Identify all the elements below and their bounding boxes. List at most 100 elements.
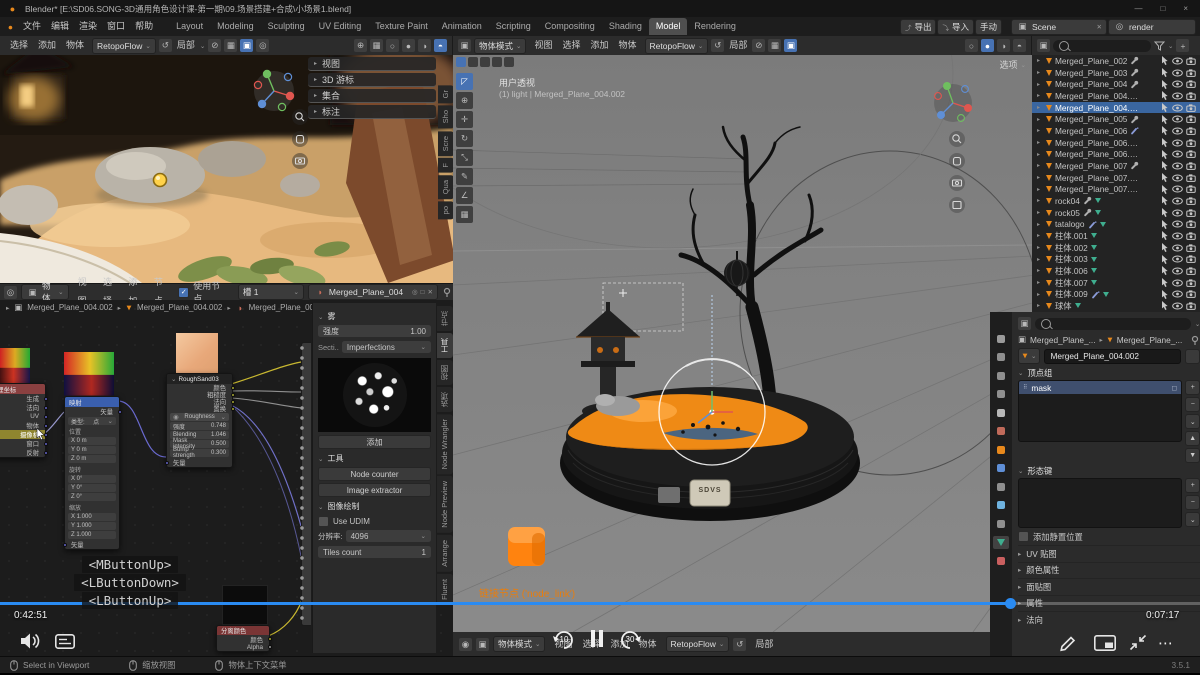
main-3d-viewport[interactable]: SDVS ◸ ⊕ ✛ ↻ ⤡ ✎ ∠ ▦ 用户透视 (1) light | Me… xyxy=(453,55,1032,632)
select-circle-icon[interactable] xyxy=(480,57,490,67)
workspace-tab[interactable]: Shading xyxy=(602,18,649,35)
render-camera-icon[interactable] xyxy=(1186,80,1196,88)
header-menu-item[interactable]: 选择 xyxy=(5,36,33,55)
render-camera-icon[interactable] xyxy=(1186,150,1196,158)
render-camera-icon[interactable] xyxy=(1186,115,1196,123)
workspace-tab[interactable]: Sculpting xyxy=(261,18,312,35)
render-camera-icon[interactable] xyxy=(1186,267,1196,275)
filter-icon[interactable] xyxy=(1154,41,1165,51)
render-camera-icon[interactable] xyxy=(1186,174,1196,182)
breadcrumb-data[interactable]: Merged_Plane_... xyxy=(1117,335,1183,345)
pivot-point-icon[interactable]: ⊘ xyxy=(208,39,221,52)
selectable-icon[interactable] xyxy=(1161,115,1169,124)
blender-menu-icon[interactable]: ● xyxy=(4,20,17,33)
visibility-eye-icon[interactable] xyxy=(1172,267,1183,275)
vertex-groups-header[interactable]: ⌄ 顶点组 xyxy=(1018,365,1200,380)
object-name[interactable]: rock05 xyxy=(1055,208,1080,218)
workspace-tab[interactable]: Scripting xyxy=(489,18,538,35)
outliner-row[interactable]: ▸ Merged_Plane_007.002 xyxy=(1032,183,1200,195)
output-socket[interactable] xyxy=(231,393,235,397)
render-camera-icon[interactable] xyxy=(1186,209,1196,217)
header-menu-item[interactable]: 添加 xyxy=(33,36,61,55)
panel-title[interactable]: 雾 xyxy=(327,311,335,322)
sidebar-tab[interactable]: Sho xyxy=(438,105,454,128)
orientation-label[interactable]: 局部 xyxy=(727,36,749,55)
visibility-eye-icon[interactable] xyxy=(1172,150,1183,158)
header-menu-item[interactable]: 物体 xyxy=(614,36,642,55)
outliner-row[interactable]: ▸ Merged_Plane_006 xyxy=(1032,125,1200,137)
selectable-icon[interactable] xyxy=(1161,68,1169,77)
mapping-value-field[interactable]: X 0 m xyxy=(68,437,116,445)
mini-player-icon[interactable] xyxy=(1094,635,1116,651)
proportional-edit-icon[interactable]: ◎ xyxy=(256,39,269,52)
object-name[interactable]: Merged_Plane_006.001 xyxy=(1055,138,1139,148)
properties-tab[interactable] xyxy=(993,499,1009,512)
output-socket[interactable] xyxy=(231,386,235,390)
properties-tab[interactable] xyxy=(993,332,1009,345)
sidebar-tab[interactable]: Node Wrangler xyxy=(437,414,453,474)
list-button[interactable]: − xyxy=(1185,495,1200,510)
video-progress-remaining[interactable] xyxy=(1011,602,1200,605)
select-tool-icon[interactable]: ◸ xyxy=(456,73,473,90)
outliner-row[interactable]: ▸ Merged_Plane_007 xyxy=(1032,160,1200,172)
render-camera-icon[interactable] xyxy=(1186,185,1196,193)
mapping-value-field[interactable]: Y 0 m xyxy=(68,446,116,454)
pivot-point-icon[interactable]: ⊘ xyxy=(752,39,765,52)
sidebar-tab[interactable]: Arrange xyxy=(437,535,453,572)
group-param-field[interactable]: Bump strength0.300 xyxy=(170,449,229,457)
object-name[interactable]: Merged_Plane_002 xyxy=(1055,56,1127,66)
outliner-row[interactable]: ▸ Merged_Plane_004.001 xyxy=(1032,90,1200,102)
properties-tab[interactable] xyxy=(993,369,1009,382)
mesh-data-selector[interactable]: ⌄ xyxy=(1018,348,1040,364)
properties-tab[interactable] xyxy=(993,351,1009,364)
visibility-eye-icon[interactable] xyxy=(1172,115,1183,123)
workspace-tab[interactable]: UV Editing xyxy=(312,18,369,35)
output-socket[interactable] xyxy=(44,442,48,446)
transform-orientation-icon[interactable]: ↺ xyxy=(711,39,724,52)
visibility-eye-icon[interactable] xyxy=(1172,209,1183,217)
selectable-icon[interactable] xyxy=(1161,266,1169,275)
material-name-field[interactable]: ◑ Merged_Plane_004 ◎ □ ✕ xyxy=(308,284,438,300)
sidebar-tab[interactable]: 工具 xyxy=(437,333,453,358)
material-shading-icon[interactable]: ◑ xyxy=(418,39,431,52)
visibility-eye-icon[interactable] xyxy=(1172,139,1183,147)
render-camera-icon[interactable] xyxy=(1186,69,1196,77)
node-output-row[interactable]: 置换 xyxy=(167,405,232,412)
select-box-icon[interactable] xyxy=(468,57,478,67)
maximize-button[interactable]: □ xyxy=(1154,4,1171,13)
resolution-dropdown[interactable]: 4096⌄ xyxy=(346,530,431,542)
transform-orientation-icon[interactable]: ↺ xyxy=(733,638,746,651)
udim-checkbox[interactable] xyxy=(318,516,329,527)
list-button[interactable]: − xyxy=(1185,397,1200,412)
expand-icon[interactable]: ▸ xyxy=(1037,256,1043,263)
properties-options-icon[interactable]: ⌄ xyxy=(1195,320,1200,328)
expand-icon[interactable]: ▸ xyxy=(1037,232,1043,239)
render-camera-icon[interactable] xyxy=(1186,139,1196,147)
outliner-search-input[interactable] xyxy=(1053,40,1151,52)
outliner-row[interactable]: ▸ Merged_Plane_005 xyxy=(1032,113,1200,125)
object-icon[interactable]: ▣ xyxy=(476,638,489,651)
expand-icon[interactable]: ▸ xyxy=(1037,186,1043,193)
mapping-value-field[interactable]: Z 0 m xyxy=(68,455,116,463)
outliner-row[interactable]: ▸ 柱体.006 xyxy=(1032,265,1200,277)
menu-item[interactable]: 编辑 xyxy=(46,17,74,36)
roughsand-group-node[interactable]: ⌄ RoughSand03 颜色 粗糙度 法向 置换 ◉ Roughn xyxy=(166,373,233,468)
output-socket[interactable] xyxy=(44,397,48,401)
collapsed-section[interactable]: ▸颜色属性 xyxy=(1018,562,1200,579)
menu-item[interactable]: 帮助 xyxy=(130,17,158,36)
expand-icon[interactable]: ▸ xyxy=(1037,302,1043,309)
properties-tab[interactable] xyxy=(993,425,1009,438)
add-cube-tool-icon[interactable]: ▦ xyxy=(456,206,473,223)
expand-icon[interactable]: ▸ xyxy=(1037,221,1043,228)
outliner-row[interactable]: ▸ Merged_Plane_007.001 xyxy=(1032,172,1200,184)
object-name[interactable]: Merged_Plane_004.002 xyxy=(1055,103,1139,113)
orientation-label[interactable]: 局部 xyxy=(750,635,778,654)
render-camera-icon[interactable] xyxy=(1186,104,1196,112)
visibility-eye-icon[interactable] xyxy=(1172,302,1183,310)
expand-icon[interactable]: ▸ xyxy=(1037,104,1043,111)
expand-icon[interactable]: ▸ xyxy=(1037,57,1043,64)
measure-tool-icon[interactable]: ∠ xyxy=(456,187,473,204)
sidebar-tab[interactable]: 选项 xyxy=(437,387,453,412)
mode-selector[interactable]: 物体模式⌄ xyxy=(474,38,526,54)
visibility-eye-icon[interactable] xyxy=(1172,290,1183,298)
